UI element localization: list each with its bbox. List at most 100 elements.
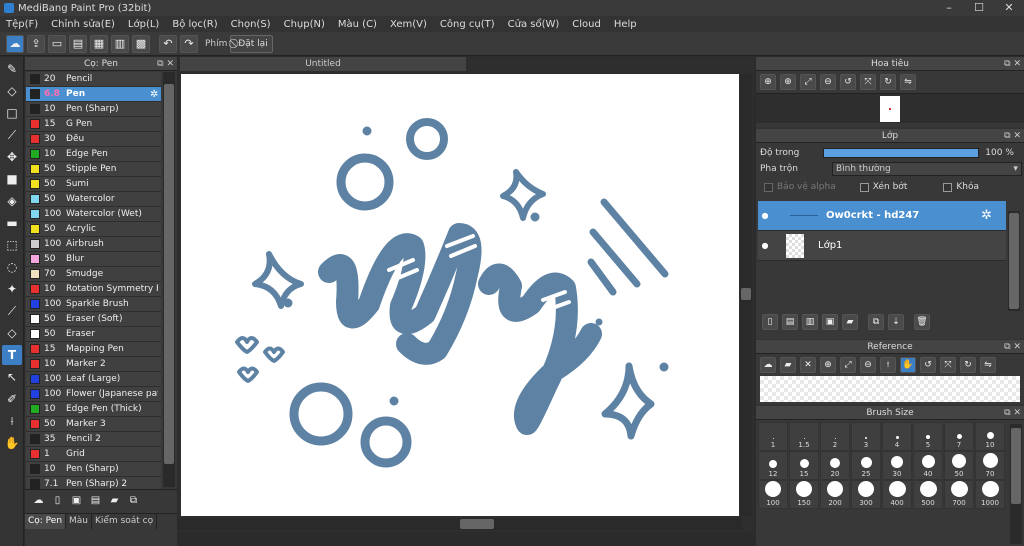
move-tool-icon[interactable]: ✥ [2,147,22,167]
brush-size-option[interactable]: 150 [789,480,819,509]
brush-item[interactable]: 10 Marker 2 [26,357,161,372]
fit-screen-icon[interactable]: ⤢ [800,74,816,90]
brush-item[interactable]: 50 Eraser [26,327,161,342]
brush-size-scroll-thumb[interactable] [1011,428,1021,504]
brush-item[interactable]: 50 Acrylic [26,222,161,237]
brush-settings-icon[interactable]: ▤ [88,493,103,508]
brush-size-option[interactable]: 500 [913,480,943,509]
brush-item[interactable]: 35 Pencil 2 [26,432,161,447]
fill-rect-tool-icon[interactable]: ■ [2,169,22,189]
brush-list-scrollbar[interactable] [163,72,175,487]
menu-layer[interactable]: Lớp(L) [128,19,159,30]
brush-size-option[interactable]: 70 [975,451,1005,480]
brush-item[interactable]: 100 Flower (Japanese pattern) [26,387,161,402]
new-brush-icon[interactable]: ▯ [50,493,65,508]
brush-size-option[interactable]: 1.5 [789,422,819,451]
close-icon[interactable]: ✕ [800,357,816,373]
gear-icon[interactable]: ✲ [150,89,158,100]
panel-close-icon[interactable]: ⧉ ✕ [1004,57,1021,71]
brush-item[interactable]: 70 Smudge [26,267,161,282]
eraser-tool-icon[interactable]: ◇ [2,81,22,101]
comment-icon[interactable]: ▤ [69,34,87,53]
zoom-out-icon[interactable]: ⊖ [860,357,876,373]
brush-item[interactable]: 50 Stipple Pen [26,162,161,177]
eyedropper-icon[interactable]: ⟊ [880,357,896,373]
select-eraser-tool-icon[interactable]: ◇ [2,323,22,343]
menu-edit[interactable]: Chỉnh sửa(E) [51,19,115,30]
minimize-icon[interactable]: – [934,0,964,16]
brush-size-option[interactable]: 1 [758,422,788,451]
brush-item[interactable]: 15 G Pen [26,117,161,132]
brush-item[interactable]: 10 Edge Pen (Thick) [26,402,161,417]
tab-color[interactable]: Màu [66,514,93,529]
brush-size-option[interactable]: 40 [913,451,943,480]
text-tool-icon[interactable]: T [2,345,22,365]
new-8bit-layer-icon[interactable]: ▥ [802,314,818,330]
open-folder-icon[interactable]: ▰ [780,357,796,373]
grid-icon[interactable]: ▩ [132,34,150,53]
brush-tool-icon[interactable]: ✎ [2,59,22,79]
brush-item[interactable]: 30 Đều [26,132,161,147]
reset-button[interactable]: ⃠ Đặt lại [230,34,273,53]
panel-close-icon[interactable]: ⧉ ✕ [157,57,174,71]
brush-item[interactable]: 50 Watercolor [26,192,161,207]
brush-size-option[interactable]: 2 [820,422,850,451]
cloud-brush-icon[interactable]: ☁ [31,493,46,508]
gear-icon[interactable]: ✲ [981,208,992,223]
brush-size-option[interactable]: 100 [758,480,788,509]
eye-icon[interactable]: ● [758,241,772,250]
brush-item[interactable]: 100 Airbrush [26,237,161,252]
folder-icon[interactable]: ▰ [842,314,858,330]
eye-icon[interactable]: ● [758,211,772,220]
actual-size-icon[interactable]: ⤧ [940,357,956,373]
layer-scroll-thumb[interactable] [1009,213,1019,309]
navigator-preview[interactable] [756,93,1024,123]
canvas-horizontal-scroll-thumb[interactable] [460,519,494,529]
select-rect-tool-icon[interactable]: ⬚ [2,235,22,255]
panel-close-icon[interactable]: ⧉ ✕ [1004,406,1021,420]
menu-snap[interactable]: Chụp(N) [284,19,325,30]
panel-close-icon[interactable]: ⧉ ✕ [1004,340,1021,354]
brush-size-option[interactable]: 5 [913,422,943,451]
blend-select[interactable]: Bình thường ▾ [831,162,1022,176]
menu-select[interactable]: Chọn(S) [231,19,271,30]
canvas-vertical-scrollbar[interactable] [740,74,752,516]
cloud-icon[interactable]: ☁ [760,357,776,373]
brush-item[interactable]: 50 Eraser (Soft) [26,312,161,327]
brush-item[interactable]: 100 Leaf (Large) [26,372,161,387]
brush-size-option[interactable]: 3 [851,422,881,451]
duplicate-icon[interactable]: ⧉ [126,493,141,508]
brush-size-option[interactable]: 10 [975,422,1005,451]
rotate-left-icon[interactable]: ↺ [920,357,936,373]
brush-item[interactable]: 50 Blur [26,252,161,267]
magic-wand-tool-icon[interactable]: ✦ [2,279,22,299]
brush-size-option[interactable]: 400 [882,480,912,509]
brush-list-scroll-thumb[interactable] [164,84,174,464]
zoom-out-icon[interactable]: ⊖ [820,74,836,90]
brush-item[interactable]: 10 Edge Pen [26,147,161,162]
shape-tool-icon[interactable]: □ [2,103,22,123]
zoom-in-icon[interactable]: ⊕ [820,357,836,373]
canvas-horizontal-scrollbar[interactable] [178,518,742,530]
panel-close-icon[interactable]: ⧉ ✕ [1004,129,1021,143]
brush-size-option[interactable]: 1000 [975,480,1005,509]
brush-item[interactable]: 20 Pencil [26,72,161,87]
zoom-in-icon[interactable]: ⊕ [780,74,796,90]
menu-view[interactable]: Xem(V) [390,19,427,30]
menu-cloud[interactable]: Cloud [572,19,601,30]
chat-icon[interactable]: ▭ [48,34,66,53]
page-manager-icon[interactable]: ▥ [111,34,129,53]
document-icon[interactable]: ▦ [90,34,108,53]
brush-size-option[interactable]: 7 [944,422,974,451]
brush-item[interactable]: 10 Rotation Symmetry Pen [26,282,161,297]
folder-icon[interactable]: ▰ [107,493,122,508]
opacity-slider[interactable] [823,148,980,158]
brush-item[interactable]: 10 Pen (Sharp) [26,462,161,477]
menu-filter[interactable]: Bộ lọc(R) [172,19,217,30]
brush-item[interactable]: 1 Grid [26,447,161,462]
add-layer-menu-icon[interactable]: ▣ [822,314,838,330]
zoom-fit-icon[interactable]: ⊕ [760,74,776,90]
eyedropper-tool-icon[interactable]: ⟊ [2,411,22,431]
fit-screen-icon[interactable]: ⤢ [840,357,856,373]
canvas-vertical-scroll-thumb[interactable] [741,288,751,300]
